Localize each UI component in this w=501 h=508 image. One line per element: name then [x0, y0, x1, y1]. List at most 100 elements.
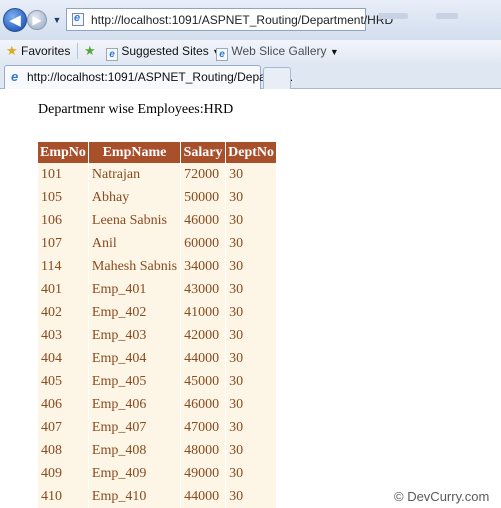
- new-tab-button[interactable]: [263, 67, 291, 89]
- table-row: 407 Emp_407 47000 30: [38, 416, 278, 439]
- page-heading: Departmenr wise Employees:HRD: [38, 102, 234, 117]
- table-row: 401 Emp_401 43000 30: [38, 278, 278, 301]
- add-favorite-icon: ★: [84, 43, 96, 58]
- blurred-toolbar-item: [378, 13, 408, 19]
- ie-logo-icon: e: [11, 69, 19, 84]
- column-header-salary: Salary: [180, 142, 227, 163]
- forward-arrow-icon: ▶: [32, 13, 42, 27]
- table-row: 409 Emp_409 49000 30: [38, 462, 278, 485]
- cell-deptno: 30: [225, 347, 278, 370]
- table-row: 404 Emp_404 44000 30: [38, 347, 278, 370]
- cell-salary: 47000: [180, 416, 227, 439]
- cell-empname: Emp_405: [88, 370, 182, 393]
- cell-salary: 60000: [180, 232, 227, 255]
- cell-deptno: 30: [225, 393, 278, 416]
- cell-empname: Anil: [88, 232, 182, 255]
- watermark: © DevCurry.com: [394, 489, 490, 504]
- cell-empname: Leena Sabnis: [88, 209, 182, 232]
- cell-deptno: 30: [225, 370, 278, 393]
- cell-deptno: 30: [225, 232, 278, 255]
- table-row: 405 Emp_405 45000 30: [38, 370, 278, 393]
- table-row: 403 Emp_403 42000 30: [38, 324, 278, 347]
- cell-deptno: 30: [225, 462, 278, 485]
- favorites-button[interactable]: ★ Favorites: [6, 43, 70, 59]
- cell-empno: 402: [38, 301, 89, 324]
- cell-empno: 101: [38, 163, 89, 186]
- cell-empno: 106: [38, 209, 89, 232]
- back-arrow-icon: ◀: [9, 12, 21, 29]
- cell-salary: 72000: [180, 163, 227, 186]
- cell-salary: 34000: [180, 255, 227, 278]
- table-row: 105 Abhay 50000 30: [38, 186, 278, 209]
- cell-empno: 105: [38, 186, 89, 209]
- column-header-empno: EmpNo: [38, 142, 89, 163]
- cell-empno: 404: [38, 347, 89, 370]
- cell-salary: 46000: [180, 209, 227, 232]
- cell-deptno: 30: [225, 163, 278, 186]
- ie-page-icon: e: [106, 48, 118, 61]
- cell-salary: 44000: [180, 485, 227, 508]
- cell-empname: Emp_401: [88, 278, 182, 301]
- add-to-favorites-button[interactable]: ★: [84, 43, 96, 59]
- column-header-empname: EmpName: [88, 142, 182, 163]
- table-row: 106 Leena Sabnis 46000 30: [38, 209, 278, 232]
- address-toolbar: ◀ ▶ ▼ e http://localhost:1091/ASPNET_Rou…: [0, 0, 501, 40]
- blurred-toolbar-item: [436, 13, 458, 19]
- cell-deptno: 30: [225, 186, 278, 209]
- table-row: 107 Anil 60000 30: [38, 232, 278, 255]
- cell-deptno: 30: [225, 209, 278, 232]
- ie-page-icon: e: [216, 48, 228, 61]
- tab-strip: e http://localhost:1091/ASPNET_Routing/D…: [0, 62, 501, 89]
- tab-current-page[interactable]: e http://localhost:1091/ASPNET_Routing/D…: [4, 65, 293, 89]
- cell-salary: 41000: [180, 301, 227, 324]
- back-button[interactable]: ◀: [3, 8, 27, 32]
- cell-empname: Emp_406: [88, 393, 182, 416]
- cell-empname: Emp_410: [88, 485, 182, 508]
- cell-deptno: 30: [225, 278, 278, 301]
- cell-deptno: 30: [225, 416, 278, 439]
- table-row: 402 Emp_402 41000 30: [38, 301, 278, 324]
- suggested-sites-button[interactable]: e Suggested Sites ▼: [106, 43, 221, 61]
- chevron-down-icon: ▼: [52, 15, 62, 25]
- address-url[interactable]: http://localhost:1091/ASPNET_Routing/Dep…: [91, 13, 393, 27]
- cell-salary: 46000: [180, 393, 227, 416]
- table-row: 408 Emp_408 48000 30: [38, 439, 278, 462]
- cell-empname: Natrajan: [88, 163, 182, 186]
- cell-empno: 403: [38, 324, 89, 347]
- page-icon: e: [72, 12, 84, 26]
- cell-empno: 405: [38, 370, 89, 393]
- cell-empname: Emp_404: [88, 347, 182, 370]
- cell-salary: 49000: [180, 462, 227, 485]
- address-bar[interactable]: e http://localhost:1091/ASPNET_Routing/D…: [66, 8, 393, 31]
- web-slice-gallery-button[interactable]: e Web Slice Gallery ▼: [216, 43, 339, 61]
- cell-salary: 48000: [180, 439, 227, 462]
- table-row: 410 Emp_410 44000 30: [38, 485, 278, 508]
- cell-empno: 409: [38, 462, 89, 485]
- cell-empno: 408: [38, 439, 89, 462]
- cell-empno: 406: [38, 393, 89, 416]
- cell-salary: 43000: [180, 278, 227, 301]
- cell-empno: 401: [38, 278, 89, 301]
- forward-button[interactable]: ▶: [27, 10, 47, 30]
- cell-deptno: 30: [225, 255, 278, 278]
- toolbar-divider: [77, 43, 78, 59]
- cell-empname: Emp_403: [88, 324, 182, 347]
- table-row: 114 Mahesh Sabnis 34000 30: [38, 255, 278, 278]
- column-header-deptno: DeptNo: [225, 142, 278, 163]
- table-header-row: EmpNo EmpName Salary DeptNo: [38, 142, 278, 163]
- recent-pages-dropdown[interactable]: ▼: [51, 13, 63, 27]
- cell-deptno: 30: [225, 301, 278, 324]
- cell-empname: Mahesh Sabnis: [88, 255, 182, 278]
- cell-empname: Emp_408: [88, 439, 182, 462]
- cell-salary: 42000: [180, 324, 227, 347]
- cell-empno: 407: [38, 416, 89, 439]
- table-row: 406 Emp_406 46000 30: [38, 393, 278, 416]
- star-icon: ★: [6, 43, 18, 58]
- cell-empno: 410: [38, 485, 89, 508]
- cell-empname: Emp_407: [88, 416, 182, 439]
- cell-empname: Emp_409: [88, 462, 182, 485]
- cell-deptno: 30: [225, 439, 278, 462]
- page-content: Departmenr wise Employees:HRD EmpNo EmpN…: [0, 89, 501, 508]
- web-slice-gallery-label: Web Slice Gallery: [231, 44, 327, 58]
- cell-empno: 107: [38, 232, 89, 255]
